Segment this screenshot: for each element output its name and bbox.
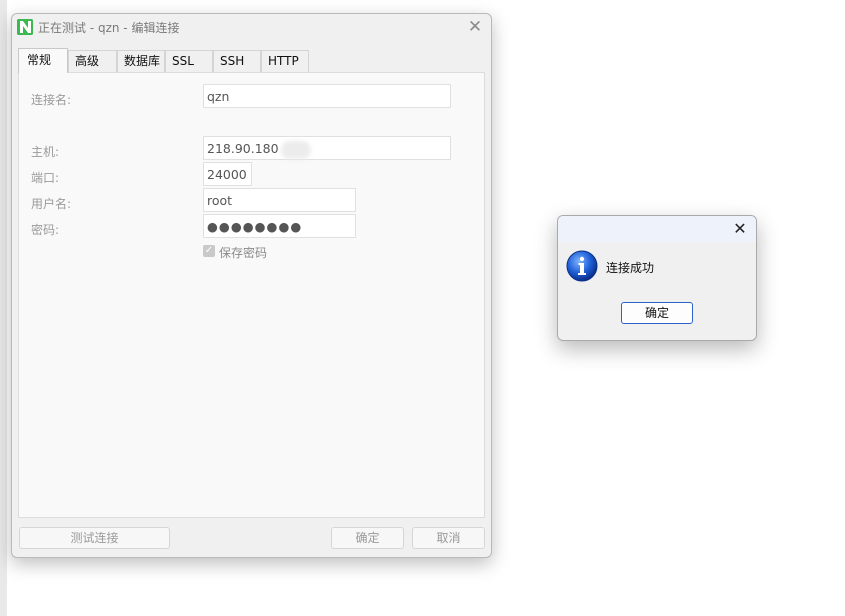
host-label: 主机: (31, 145, 60, 159)
tab-database[interactable]: 数据库 (117, 50, 165, 72)
redacted-blur (281, 141, 311, 159)
tab-general[interactable]: 常规 (18, 48, 68, 73)
info-icon (566, 250, 598, 282)
window-title: 正在测试 - qzn - 编辑连接 (38, 21, 180, 35)
connection-success-dialog: ✕ 连接成功 确定 (557, 215, 757, 341)
title-bar[interactable]: 正在测试 - qzn - 编辑连接 ✕ (12, 14, 491, 40)
save-password-label: 保存密码 (219, 246, 268, 260)
connection-name-input[interactable] (203, 84, 451, 108)
host-input[interactable] (203, 136, 451, 160)
edit-connection-window: 正在测试 - qzn - 编辑连接 ✕ 常规 高级 数据库 SSL SSH HT… (11, 13, 492, 558)
tab-ssh[interactable]: SSH (213, 50, 261, 72)
navicat-app-icon (17, 19, 33, 35)
password-label: 密码: (31, 223, 60, 237)
port-input[interactable] (203, 162, 252, 186)
save-password-checkbox[interactable]: ✓ (203, 245, 215, 257)
password-input[interactable] (203, 214, 356, 238)
tab-advanced[interactable]: 高级 (68, 50, 117, 72)
popup-ok-button[interactable]: 确定 (621, 302, 693, 324)
connection-name-label: 连接名: (31, 93, 72, 107)
tab-ssl[interactable]: SSL (165, 50, 213, 72)
test-connection-button[interactable]: 测试连接 (19, 527, 170, 549)
popup-close-icon[interactable]: ✕ (730, 219, 750, 239)
general-tab-panel: 连接名: 主机: 端口: 用户名: 密码: ✓ 保存密码 (18, 72, 485, 518)
popup-title-bar[interactable]: ✕ (558, 216, 756, 242)
desktop-edge (0, 0, 7, 616)
username-input[interactable] (203, 188, 356, 212)
ok-button[interactable]: 确定 (331, 527, 404, 549)
port-label: 端口: (31, 171, 60, 185)
close-icon[interactable]: ✕ (465, 17, 485, 37)
username-label: 用户名: (31, 197, 72, 211)
popup-message: 连接成功 (606, 261, 655, 275)
tab-http[interactable]: HTTP (261, 50, 309, 72)
cancel-button[interactable]: 取消 (412, 527, 485, 549)
